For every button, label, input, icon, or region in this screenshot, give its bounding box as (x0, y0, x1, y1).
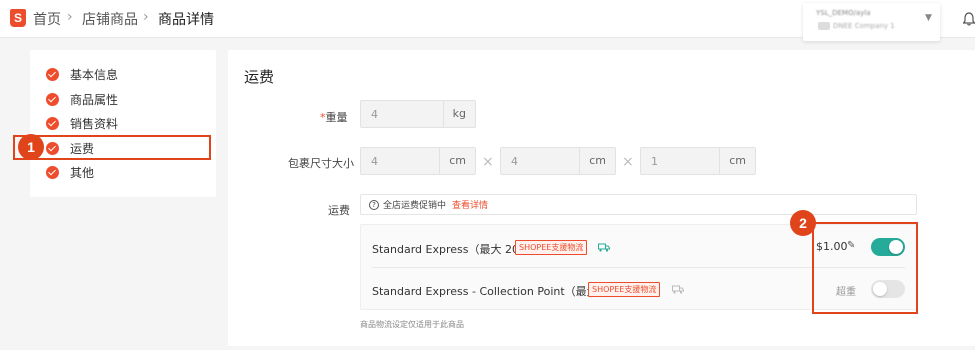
weight-label-text: 重量 (325, 111, 348, 124)
length-field[interactable]: 4 cm (360, 147, 476, 175)
weight-label: *重量 (320, 109, 348, 125)
promo-text: 全店运费促销中 (383, 201, 447, 211)
times-separator: × (482, 154, 494, 170)
dimensions-label: 包裹尺寸大小 (288, 157, 354, 170)
nav-item-others[interactable]: 其他 (46, 163, 94, 181)
breadcrumb-shop-products[interactable]: 店铺商品 (82, 9, 138, 29)
section-title: 运费 (244, 68, 275, 86)
breadcrumb-home[interactable]: 首页 (33, 9, 61, 29)
shopee-logistics-tag: SHOPEE支援物流 (588, 282, 661, 297)
promo-details-link[interactable]: 查看详情 (452, 198, 488, 211)
width-field[interactable]: 4 cm (500, 147, 616, 175)
truck-icon (598, 243, 610, 252)
shopee-logo-icon[interactable]: S (10, 9, 26, 27)
length-value: 4 (371, 155, 378, 168)
check-circle-icon (46, 92, 59, 106)
weight-unit: kg (442, 101, 475, 127)
shopee-logistics-tag: SHOPEE支援物流 (515, 240, 588, 255)
account-name: YSL_DEMO/ayla (816, 9, 871, 17)
nav-item-label: 基本信息 (70, 67, 119, 82)
check-circle-icon (46, 67, 59, 81)
highlight-box-channel-toggles (812, 222, 918, 314)
width-value: 4 (511, 155, 518, 168)
nav-item-label: 商品属性 (70, 92, 119, 107)
breadcrumb-product-detail: 商品详情 (158, 12, 214, 28)
length-unit: cm (439, 148, 475, 174)
chevron-down-icon: ▼ (925, 13, 932, 23)
height-field[interactable]: 1 cm (640, 147, 756, 175)
shop-badge-icon (818, 22, 830, 30)
question-icon: ? (369, 199, 379, 210)
step-badge-1: 1 (18, 134, 44, 160)
height-value: 1 (651, 155, 658, 168)
nav-item-attributes[interactable]: 商品属性 (46, 90, 118, 108)
weight-value: 4 (371, 108, 378, 121)
bell-icon[interactable] (963, 12, 975, 26)
chevron-right-icon: › (67, 9, 73, 25)
weight-field[interactable]: 4 kg (360, 100, 476, 128)
shipping-fee-label: 运费 (328, 204, 350, 217)
check-circle-icon (46, 116, 59, 130)
promo-banner: ? 全店运费促销中 查看详情 (360, 194, 917, 215)
chevron-right-icon: › (143, 9, 149, 25)
truck-icon (672, 285, 684, 294)
top-header: S 首页 › 店铺商品 › 商品详情 YSL_DEMO/ayla DNEE Co… (0, 0, 975, 41)
width-unit: cm (579, 148, 615, 174)
height-unit: cm (719, 148, 755, 174)
account-switcher[interactable]: YSL_DEMO/ayla DNEE Company 1 ▼ (803, 3, 940, 41)
nav-item-basic-info[interactable]: 基本信息 (46, 65, 118, 83)
nav-item-sales-info[interactable]: 销售资料 (46, 114, 118, 132)
account-shop: DNEE Company 1 (833, 22, 895, 30)
nav-item-label: 销售资料 (70, 116, 119, 131)
shipping-note: 商品物流设定仅适用于此商品 (360, 320, 464, 329)
times-separator: × (622, 154, 634, 170)
nav-item-label: 其他 (70, 165, 95, 180)
step-badge-2: 2 (790, 210, 816, 236)
check-circle-icon (46, 165, 59, 179)
